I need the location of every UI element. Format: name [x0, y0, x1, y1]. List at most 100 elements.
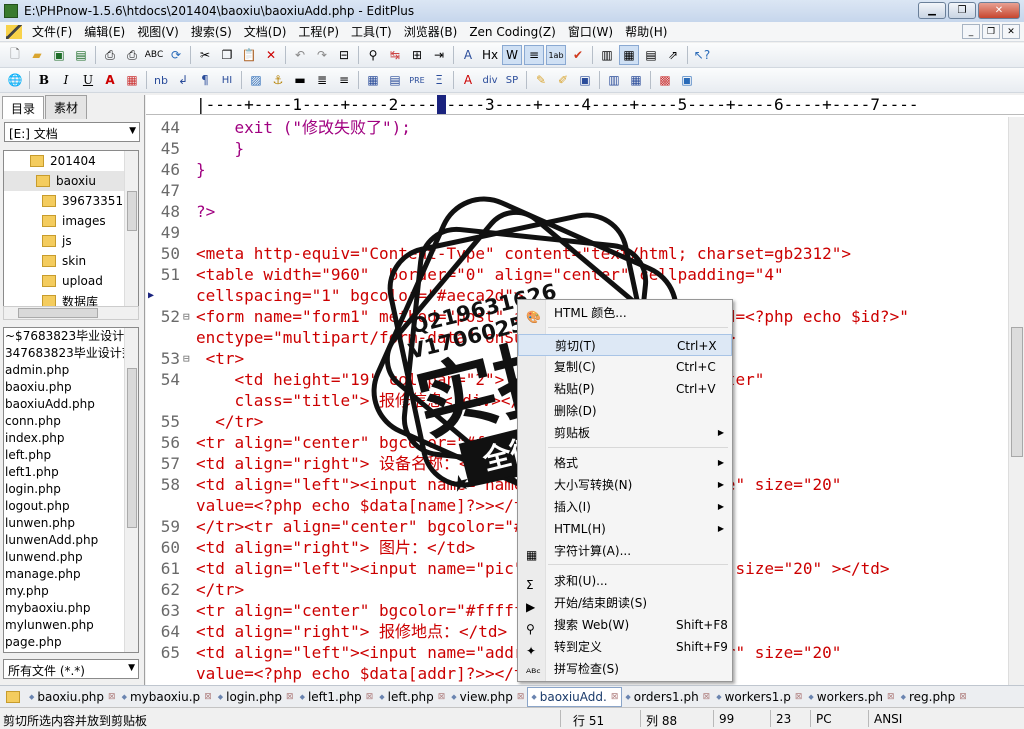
file-list-item[interactable]: page.php: [5, 634, 138, 651]
scroll-thumb[interactable]: [1011, 327, 1023, 457]
context-menu-item[interactable]: 插入(I) ▶: [518, 496, 732, 518]
font-size-icon[interactable]: Ξ: [429, 70, 449, 90]
file-list-item[interactable]: conn.php: [5, 413, 138, 430]
folder-item[interactable]: 396733517: [4, 191, 138, 211]
menu-item[interactable]: 编辑(E): [78, 23, 131, 40]
word-wrap-icon[interactable]: W: [502, 45, 522, 65]
folder-item[interactable]: skin: [4, 251, 138, 271]
file-list-item[interactable]: left1.php: [5, 464, 138, 481]
open-folder-icon[interactable]: [6, 690, 20, 703]
script-icon[interactable]: ✎: [531, 70, 551, 90]
context-menu-item[interactable]: 格式 ▶: [518, 452, 732, 474]
context-menu-item[interactable]: 大小写转换(N) ▶: [518, 474, 732, 496]
close-tab-icon[interactable]: ⊠: [887, 692, 895, 702]
browser-icon[interactable]: 🌐: [5, 70, 25, 90]
folder-tree-hscrollbar[interactable]: [3, 306, 139, 320]
context-menu-item[interactable]: ▦ 字符计算(A)...: [518, 540, 732, 562]
line-number-icon[interactable]: ≡: [524, 45, 544, 65]
folder-item[interactable]: 201404: [4, 151, 138, 171]
document-tab[interactable]: ◆ reg.php ⊠: [898, 687, 970, 707]
anchor-icon[interactable]: ⚓: [268, 70, 288, 90]
color-palette-icon[interactable]: ▦: [122, 70, 142, 90]
menu-item[interactable]: 工程(P): [292, 23, 345, 40]
file-list-item[interactable]: 347683823毕业设计范: [5, 345, 138, 362]
close-tab-icon[interactable]: ⊠: [795, 692, 803, 702]
context-menu-item[interactable]: 🎨 HTML 颜色...: [518, 302, 732, 324]
document-tab[interactable]: ◆ left.php ⊠: [376, 687, 448, 707]
line-break-icon[interactable]: ↲: [173, 70, 193, 90]
menu-item[interactable]: Zen Coding(Z): [463, 25, 562, 39]
menu-item[interactable]: 工具(T): [345, 23, 398, 40]
file-list-item[interactable]: mylunwen.php: [5, 617, 138, 634]
doc-restore-button[interactable]: ❐: [982, 24, 1000, 39]
copy-icon[interactable]: ❐: [217, 45, 237, 65]
document-tab[interactable]: ◆ baoxiu.php ⊠: [26, 687, 119, 707]
file-list-item[interactable]: lunwenAdd.php: [5, 532, 138, 549]
new-file-icon[interactable]: 🗋: [5, 45, 25, 65]
browser-preview-icon[interactable]: ▣: [677, 70, 697, 90]
color-swatch-icon[interactable]: ▩: [655, 70, 675, 90]
file-list-item[interactable]: ~$7683823毕业设计范: [5, 328, 138, 345]
print-icon[interactable]: ⎙: [122, 45, 142, 65]
paragraph-icon[interactable]: ¶: [195, 70, 215, 90]
image-icon[interactable]: ▨: [246, 70, 266, 90]
file-list-item[interactable]: logout.php: [5, 498, 138, 515]
close-tab-icon[interactable]: ⊠: [959, 692, 967, 702]
find-in-files-icon[interactable]: ⊞: [407, 45, 427, 65]
menu-item[interactable]: 帮助(H): [619, 23, 673, 40]
folder-tree-scrollbar[interactable]: [124, 151, 138, 317]
close-tab-icon[interactable]: ⊠: [438, 692, 446, 702]
folder-item[interactable]: js: [4, 231, 138, 251]
tab-cliptext[interactable]: 素材: [45, 95, 88, 119]
open-folder-icon[interactable]: ▰: [27, 45, 47, 65]
div-icon[interactable]: div: [480, 70, 500, 90]
document-tab[interactable]: ◆ view.php ⊠: [448, 687, 527, 707]
scroll-thumb[interactable]: [127, 368, 137, 528]
context-menu-item[interactable]: ▶ 开始/结束朗读(S): [518, 592, 732, 614]
select-all-icon[interactable]: ⊟: [334, 45, 354, 65]
file-list-item[interactable]: baoxiuAdd.php: [5, 396, 138, 413]
refresh-icon[interactable]: ⟳: [166, 45, 186, 65]
restore-button[interactable]: ❐: [948, 2, 976, 19]
check-icon[interactable]: ✔: [568, 45, 588, 65]
menu-item[interactable]: 文件(F): [26, 23, 78, 40]
doc-minimize-button[interactable]: _: [962, 24, 980, 39]
code-line[interactable]: 44 exit ("修改失败了");: [146, 117, 1008, 138]
document-tab[interactable]: ◆ workers.ph ⊠: [805, 687, 897, 707]
close-tab-icon[interactable]: ⊠: [204, 692, 212, 702]
form-icon[interactable]: ▣: [575, 70, 595, 90]
file-list-item[interactable]: lunwen.php: [5, 515, 138, 532]
font-color-icon[interactable]: A: [100, 70, 120, 90]
doc-close-button[interactable]: ✕: [1002, 24, 1020, 39]
context-menu-item[interactable]: ᴬᴮᶜ 拼写检查(S): [518, 658, 732, 680]
file-list-scrollbar[interactable]: [124, 328, 138, 652]
document-tab[interactable]: ◆ mybaoxiu.p ⊠: [119, 687, 215, 707]
span-tag-icon[interactable]: SP: [502, 70, 522, 90]
style-icon[interactable]: A: [458, 70, 478, 90]
file-filter-select[interactable]: 所有文件 (*.*) ▼: [3, 659, 139, 679]
close-tab-icon[interactable]: ⊠: [108, 692, 116, 702]
document-tab[interactable]: ◆ workers1.p ⊠: [713, 687, 805, 707]
context-menu-item[interactable]: Σ 求和(U)...: [518, 570, 732, 592]
span-icon[interactable]: ≡: [334, 70, 354, 90]
fold-toggle-icon[interactable]: ⊟: [183, 306, 190, 327]
scroll-thumb[interactable]: [127, 191, 137, 231]
scroll-thumb[interactable]: [18, 308, 98, 318]
drive-select[interactable]: [E:] 文档 ▼: [4, 122, 140, 142]
file-list-item[interactable]: manage.php: [5, 566, 138, 583]
file-list-item[interactable]: left.php: [5, 447, 138, 464]
ruler-icon[interactable]: 1ab: [546, 45, 566, 65]
save-icon[interactable]: ▣: [49, 45, 69, 65]
nbsp-icon[interactable]: nb: [151, 70, 171, 90]
context-menu-item[interactable]: 剪切(T) Ctrl+X: [518, 334, 732, 356]
close-tab-icon[interactable]: ⊠: [517, 692, 525, 702]
cut-icon[interactable]: ✂: [195, 45, 215, 65]
horizontal-rule-icon[interactable]: ▬: [290, 70, 310, 90]
cliptext-icon[interactable]: ▤: [641, 45, 661, 65]
file-list-item[interactable]: baoxiu.php: [5, 379, 138, 396]
replace-icon[interactable]: ↹: [385, 45, 405, 65]
heading-icon[interactable]: HI: [217, 70, 237, 90]
undo-icon[interactable]: ↶: [290, 45, 310, 65]
directory-window-icon[interactable]: ▥: [597, 45, 617, 65]
fullscreen-icon[interactable]: ⇗: [663, 45, 683, 65]
